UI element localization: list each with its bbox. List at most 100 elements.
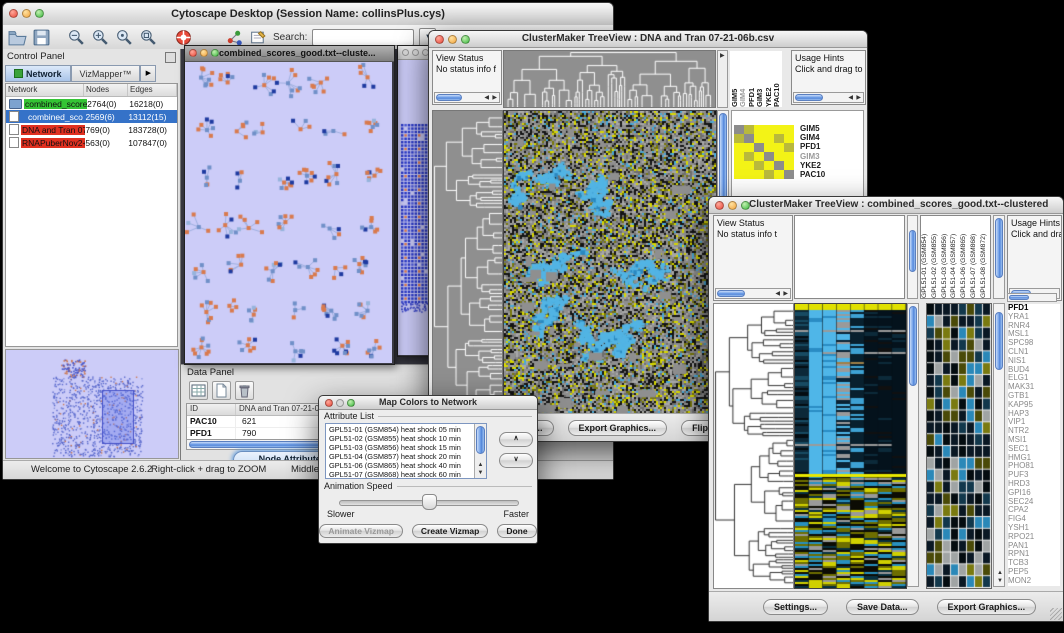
scroll-thumb[interactable] — [436, 94, 462, 101]
save-data-button[interactable]: Save Data... — [846, 599, 919, 615]
attribute-item[interactable]: GPL51-06 (GSM865) heat shock 40 min — [327, 461, 474, 470]
gene-label[interactable]: HMG1 — [1008, 454, 1060, 463]
scroll-up-icon[interactable]: ▲ — [997, 570, 1003, 576]
minimize-icon[interactable] — [728, 201, 737, 210]
view-status-hscrollbar[interactable]: ◀ ▶ — [434, 92, 500, 103]
network-view-1-canvas[interactable] — [185, 62, 392, 363]
tab-vizmapper[interactable]: VizMapper™ — [71, 65, 141, 82]
treeview2-zoom-vscrollbar[interactable]: ▲ ▼ — [993, 303, 1005, 587]
done-button[interactable]: Done — [497, 524, 536, 538]
move-up-button[interactable]: ∧ — [499, 432, 533, 447]
open-folder-icon[interactable] — [8, 28, 27, 47]
treeview2-top-dendrogram-area[interactable] — [794, 215, 905, 299]
gene-label[interactable]: CLN1 — [1008, 348, 1060, 357]
gene-label[interactable]: PEP5 — [1008, 568, 1060, 577]
zoom-window-icon[interactable] — [741, 201, 750, 210]
treeview1-left-dendrogram[interactable] — [432, 110, 503, 417]
gene-label[interactable]: NIS1 — [1008, 357, 1060, 366]
gene-label[interactable]: MSI1 — [1008, 436, 1060, 445]
treeview1-top-dendrogram[interactable] — [503, 50, 716, 108]
close-icon[interactable] — [435, 35, 444, 44]
new-attribute-icon[interactable] — [212, 381, 231, 400]
attribute-listbox[interactable]: GPL51-01 (GSM854) heat shock 05 minGPL51… — [325, 423, 487, 479]
gene-label[interactable]: SEC1 — [1008, 445, 1060, 454]
col-edges[interactable]: Edges — [128, 84, 177, 96]
minimize-icon[interactable] — [200, 49, 208, 57]
gene-label[interactable]: SEC24 — [1008, 498, 1060, 507]
view-status-hscrollbar[interactable]: ◀ ▶ — [715, 288, 791, 299]
scroll-down-icon[interactable]: ▼ — [997, 578, 1003, 584]
gene-label[interactable]: YSH1 — [1008, 524, 1060, 533]
save-icon[interactable] — [32, 28, 51, 47]
scroll-thumb[interactable] — [909, 306, 917, 386]
minimize-icon[interactable] — [22, 9, 31, 18]
id-column-header[interactable]: ID — [187, 404, 236, 415]
gene-label[interactable]: RPN1 — [1008, 550, 1060, 559]
zoom-fit-icon[interactable] — [139, 28, 158, 47]
gene-label[interactable]: HAP3 — [1008, 410, 1060, 419]
gene-label[interactable]: YRA1 — [1008, 313, 1060, 322]
network-table-header[interactable]: Network Nodes Edges — [6, 84, 177, 97]
zoom-window-icon[interactable] — [347, 399, 355, 407]
export-graphics-button[interactable]: Export Graphics... — [937, 599, 1037, 615]
zoom-selected-icon[interactable] — [115, 28, 134, 47]
zoom-in-icon[interactable] — [91, 28, 110, 47]
gene-label[interactable]: RNR4 — [1008, 322, 1060, 331]
gene-label[interactable]: HRD3 — [1008, 480, 1060, 489]
gene-list-hscrollbar[interactable] — [1007, 293, 1057, 302]
scroll-right-icon[interactable]: ▶ — [783, 291, 788, 297]
scroll-thumb[interactable] — [476, 426, 485, 454]
scroll-thumb[interactable] — [717, 290, 745, 297]
network-list-row[interactable]: RNAPuberNov2+!563(0)107847(0) — [6, 136, 177, 149]
scroll-thumb[interactable] — [995, 312, 1003, 370]
network-overview-canvas[interactable] — [6, 350, 178, 458]
attribute-item[interactable]: GPL51-02 (GSM855) heat shock 10 min — [327, 434, 474, 443]
zoom-window-icon[interactable] — [211, 49, 219, 57]
treeview1-heatmap[interactable] — [503, 110, 717, 417]
treeview2-titlebar[interactable]: ClusterMaker TreeView : combined_scores_… — [709, 197, 1063, 214]
attribute-item[interactable]: GPL51-07 (GSM868) heat shock 60 min — [327, 470, 474, 479]
scroll-left-icon[interactable]: ◀ — [484, 95, 489, 101]
scroll-down-icon[interactable]: ▼ — [478, 470, 484, 476]
gene-label[interactable]: PFD1 — [1008, 304, 1060, 313]
create-vizmap-button[interactable]: Create Vizmap — [412, 524, 488, 538]
attribute-item[interactable]: GPL51-04 (GSM857) heat shock 20 min — [327, 452, 474, 461]
network-overview-panel[interactable] — [5, 349, 179, 459]
slider-thumb[interactable] — [422, 494, 437, 510]
attribute-grid-icon[interactable] — [189, 381, 208, 400]
gene-label[interactable]: NTR2 — [1008, 427, 1060, 436]
zoom-window-icon[interactable] — [35, 9, 44, 18]
network-list-row[interactable]: DNA and Tran 07769(0)183728(0) — [6, 123, 177, 136]
tab-network[interactable]: Network — [5, 65, 71, 82]
scroll-right-icon[interactable]: ▶ — [492, 95, 497, 101]
col-network[interactable]: Network — [6, 84, 84, 96]
scroll-thumb[interactable] — [995, 218, 1003, 278]
close-icon[interactable] — [189, 49, 197, 57]
gene-label[interactable]: CPA2 — [1008, 506, 1060, 515]
search-input[interactable] — [312, 29, 414, 46]
treeview2-left-dendrogram[interactable] — [713, 303, 794, 589]
tab-overflow-arrow-icon[interactable]: ▶ — [140, 65, 156, 82]
dialog-titlebar[interactable]: Map Colors to Network — [319, 396, 537, 410]
scroll-right-icon[interactable]: ▶ — [720, 53, 725, 59]
main-titlebar[interactable]: Cytoscape Desktop (Session Name: collins… — [3, 3, 613, 26]
scroll-thumb[interactable] — [795, 94, 823, 101]
float-panel-icon[interactable] — [165, 52, 176, 63]
treeview2-top-vscrollbar[interactable] — [907, 215, 918, 299]
zoom-window-icon[interactable] — [461, 35, 470, 44]
gene-label[interactable]: MAK31 — [1008, 383, 1060, 392]
resize-grip[interactable] — [1050, 608, 1062, 620]
scroll-thumb[interactable] — [1009, 295, 1029, 300]
animate-vizmap-button[interactable]: Animate Vizmap — [319, 524, 403, 538]
scroll-up-icon[interactable]: ▲ — [478, 462, 484, 468]
gene-label[interactable]: RPO21 — [1008, 533, 1060, 542]
close-icon[interactable] — [325, 399, 333, 407]
network-list-row[interactable]: combined_scores2764(0)16218(0) — [6, 97, 177, 110]
treeview2-label-vscrollbar[interactable] — [993, 215, 1005, 299]
attribute-item[interactable]: GPL51-01 (GSM854) heat shock 05 min — [327, 425, 474, 434]
minimize-icon[interactable] — [336, 399, 344, 407]
gene-label[interactable]: GPI16 — [1008, 489, 1060, 498]
gene-label[interactable]: TCB3 — [1008, 559, 1060, 568]
network-window-1[interactable]: combined_scores_good.txt--cluste... — [184, 45, 395, 365]
treeview1-titlebar[interactable]: ClusterMaker TreeView : DNA and Tran 07-… — [429, 31, 867, 48]
